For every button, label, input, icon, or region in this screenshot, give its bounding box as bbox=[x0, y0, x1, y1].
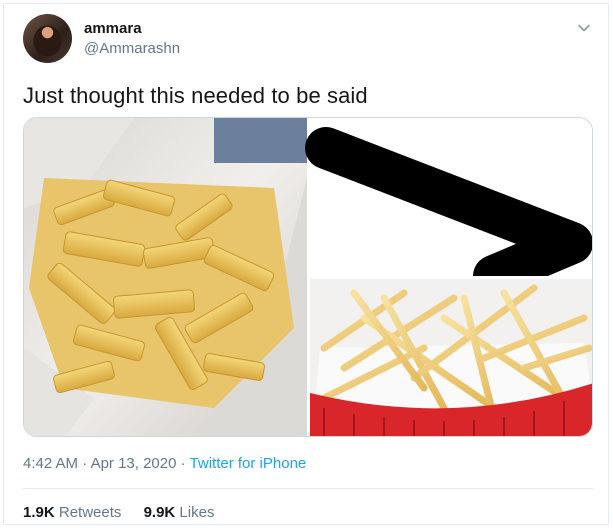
retweets-count: 1.9K bbox=[23, 504, 55, 521]
chips-in-paper-image[interactable] bbox=[24, 118, 307, 437]
author-name[interactable]: ammara bbox=[84, 20, 142, 37]
tweet-time[interactable]: 4:42 AM bbox=[23, 455, 78, 472]
tweet-text: Just thought this needed to be said bbox=[23, 83, 368, 108]
tweet-source-link[interactable]: Twitter for iPhone bbox=[190, 455, 307, 472]
tweet-date[interactable]: Apr 13, 2020 bbox=[91, 455, 177, 472]
tweet-meta: 4:42 AM · Apr 13, 2020 · Twitter for iPh… bbox=[23, 455, 306, 472]
chevron-down-icon[interactable] bbox=[576, 20, 592, 36]
tweet-stats: 1.9K Retweets 9.9K Likes bbox=[23, 504, 232, 521]
likes-count: 9.9K bbox=[143, 504, 176, 521]
author-handle[interactable]: @Ammarashn bbox=[84, 40, 180, 57]
meta-separator: · bbox=[176, 455, 190, 472]
divider bbox=[23, 488, 593, 489]
meta-separator: · bbox=[78, 455, 91, 472]
likes-label: Likes bbox=[179, 504, 215, 521]
likes-stat[interactable]: 9.9K Likes bbox=[144, 504, 215, 521]
retweets-label: Retweets bbox=[58, 504, 122, 521]
fries-in-basket-image[interactable] bbox=[310, 279, 593, 437]
avatar[interactable] bbox=[23, 14, 72, 63]
tweet-media-grid[interactable] bbox=[23, 117, 593, 437]
greater-than-sign-image[interactable] bbox=[305, 118, 593, 297]
retweets-stat[interactable]: 1.9K Retweets bbox=[23, 504, 121, 521]
